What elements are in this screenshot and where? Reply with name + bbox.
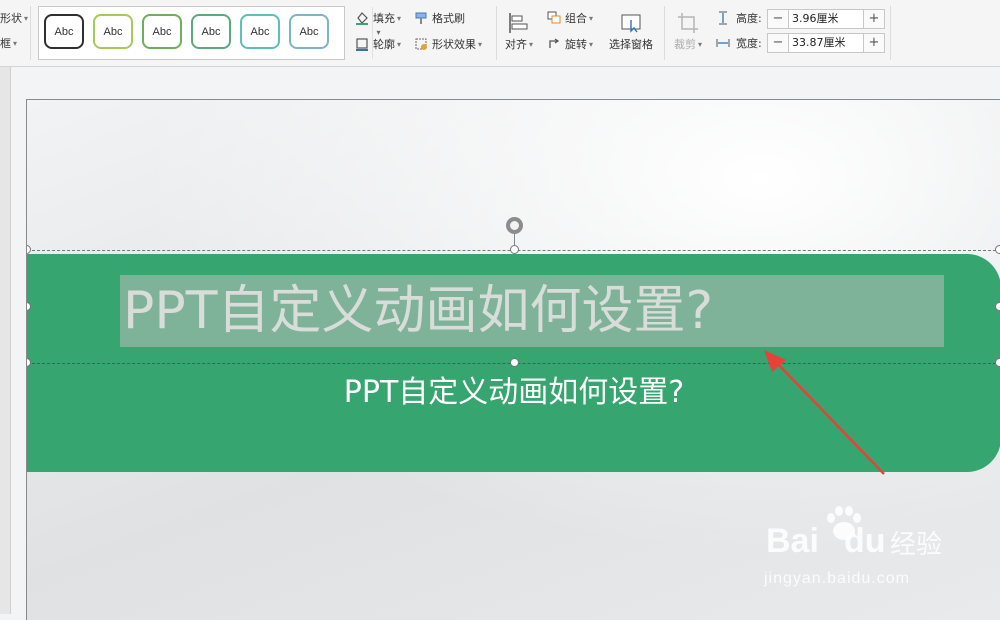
width-decrease-button[interactable]: − [768, 34, 789, 52]
align-button[interactable]: 对齐 ▾ [505, 38, 533, 52]
separator [30, 6, 31, 60]
slide-subtitle[interactable]: PPT自定义动画如何设置? [27, 370, 1000, 416]
fill-button[interactable]: 填充 ▾ [373, 12, 401, 26]
style-preset-1[interactable]: Abc [44, 14, 84, 49]
fill-icon [356, 12, 368, 25]
width-increase-button[interactable]: + [863, 34, 884, 52]
format-painter-icon [415, 12, 427, 24]
height-increase-button[interactable]: + [863, 10, 884, 28]
group-button[interactable]: 组合 ▾ [565, 12, 593, 26]
resize-handle-bottom[interactable] [510, 358, 519, 367]
selection-pane-icon [621, 14, 641, 33]
width-value[interactable]: 33.87厘米 [792, 34, 846, 52]
style-preset-3[interactable]: Abc [142, 14, 182, 49]
resize-handle-right[interactable] [995, 302, 1000, 311]
format-painter-button[interactable]: 格式刷 [432, 12, 465, 26]
shape-effects-button[interactable]: 形状效果 ▾ [432, 38, 482, 52]
rotate-icon [549, 38, 560, 48]
outline-button[interactable]: 轮廓 ▾ [373, 38, 401, 52]
outline-icon [356, 38, 368, 51]
width-label: 宽度: [736, 37, 762, 50]
selection-pane-button[interactable]: 选择窗格 [609, 38, 653, 52]
width-input[interactable]: − 33.87厘米 + [767, 33, 885, 53]
ribbon-toolbar: 形状 ▾ 框 ▾ Abc Abc Abc Abc Abc Abc ▾ 填充 ▾ 格式刷… [0, 0, 1000, 67]
group-icon [547, 11, 561, 24]
watermark-brand: Bai [766, 522, 819, 560]
watermark-brand-2: du [844, 522, 886, 560]
height-label: 高度: [736, 12, 762, 25]
watermark-url: jingyan.baidu.com [764, 570, 910, 587]
shape-style-gallery: Abc Abc Abc Abc Abc Abc ▾ [38, 6, 384, 60]
resize-handle-top-right[interactable] [995, 245, 1000, 254]
style-preset-4[interactable]: Abc [191, 14, 231, 49]
width-icon [716, 39, 730, 47]
slide-thumbnail-pane[interactable] [0, 67, 11, 614]
resize-handle-bottom-right[interactable] [995, 358, 1000, 367]
align-icon [509, 13, 528, 33]
watermark-product: 经验 [890, 529, 943, 559]
height-icon [719, 11, 727, 25]
height-decrease-button[interactable]: − [768, 10, 789, 28]
crop-button[interactable]: 裁剪 ▾ [674, 38, 702, 52]
baidu-jingyan-watermark: Bai du 经验 jingyan.baidu.com [740, 498, 980, 598]
style-preset-6[interactable]: Abc [289, 14, 329, 49]
crop-icon [678, 13, 698, 33]
height-value[interactable]: 3.96厘米 [792, 10, 839, 28]
resize-handle-top[interactable] [510, 245, 519, 254]
shape-menu-partial[interactable]: 形状 ▾ [0, 12, 28, 26]
separator [890, 6, 891, 60]
height-input[interactable]: − 3.96厘米 + [767, 9, 885, 29]
rotate-handle[interactable] [506, 217, 523, 234]
title-textbox-frame[interactable] [27, 250, 1000, 364]
separator [664, 6, 665, 60]
style-preset-5[interactable]: Abc [240, 14, 280, 49]
separator [496, 6, 497, 60]
rotate-button[interactable]: 旋转 ▾ [565, 38, 593, 52]
style-preset-2[interactable]: Abc [93, 14, 133, 49]
shape-effects-icon [415, 38, 427, 50]
edit-menu-partial[interactable]: 框 ▾ [0, 37, 17, 51]
